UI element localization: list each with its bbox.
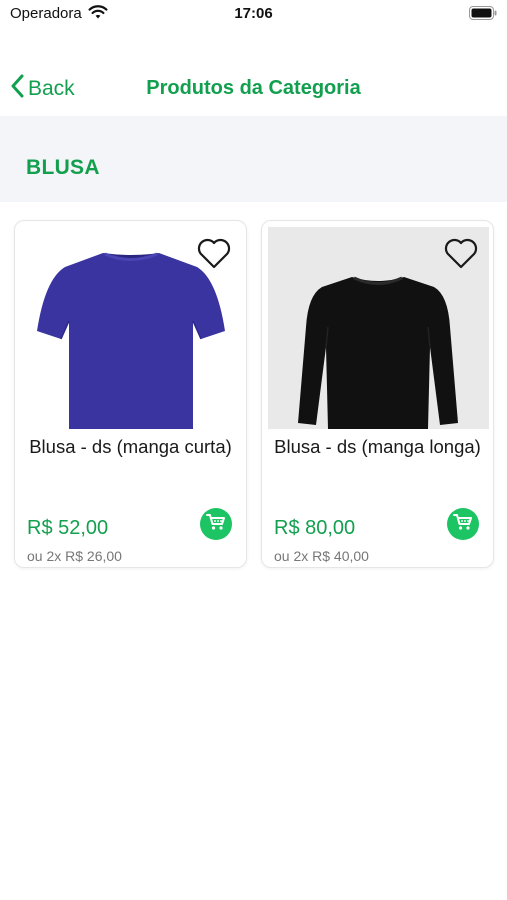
product-card[interactable]: Blusa - ds (manga longa) R$ 80,00 ou 2x …: [261, 220, 494, 568]
status-bar: Operadora 17:06: [0, 0, 507, 30]
category-header: BLUSA: [0, 116, 507, 202]
add-to-cart-button[interactable]: [447, 508, 479, 540]
cart-icon: [453, 513, 473, 536]
heart-icon[interactable]: [443, 237, 479, 271]
product-name: Blusa - ds (manga longa): [274, 436, 481, 457]
product-price: R$ 52,00: [27, 517, 109, 539]
navigation-bar: Back Produtos da Categoria: [0, 60, 507, 116]
page-title: Produtos da Categoria: [146, 77, 361, 99]
clock: 17:06: [234, 5, 273, 22]
add-to-cart-button[interactable]: [200, 508, 232, 540]
category-title: BLUSA: [26, 156, 100, 179]
product-card[interactable]: Blusa - ds (manga curta) R$ 52,00 ou 2x …: [14, 220, 247, 568]
product-installment: ou 2x R$ 26,00: [27, 548, 122, 564]
product-installment: ou 2x R$ 40,00: [274, 548, 369, 564]
battery-icon: [469, 6, 497, 25]
cart-icon: [206, 513, 226, 536]
heart-icon[interactable]: [196, 237, 232, 271]
product-name: Blusa - ds (manga curta): [29, 436, 232, 457]
product-price: R$ 80,00: [274, 517, 356, 539]
